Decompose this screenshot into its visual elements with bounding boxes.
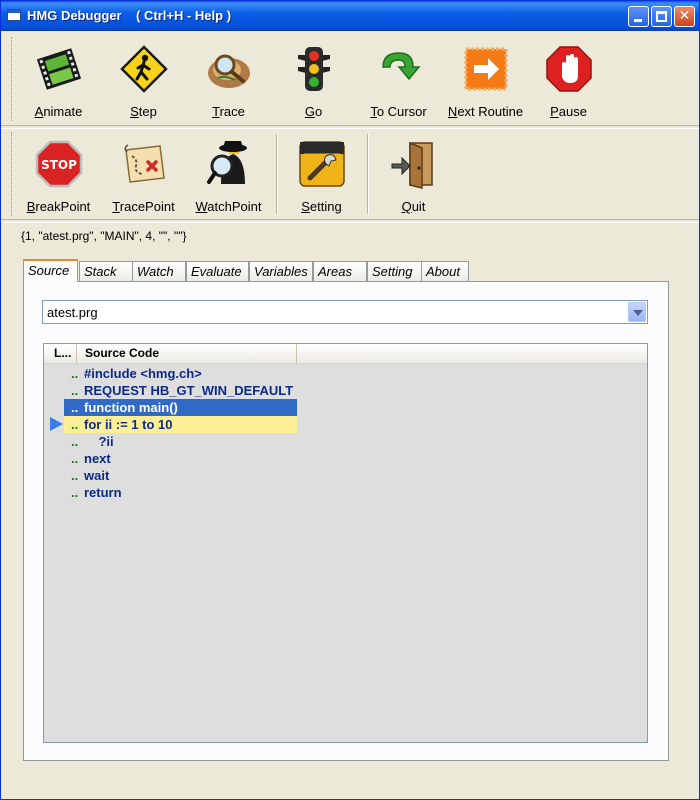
tab-source[interactable]: Source — [23, 259, 78, 282]
watchpoint-button[interactable]: WatchPoint — [191, 128, 266, 220]
close-icon: ✕ — [678, 8, 691, 24]
table-row-selected[interactable]: .. function main() — [64, 399, 297, 416]
source-grid[interactable]: L... Source Code .. #include <hmg.ch> .. R… — [43, 343, 648, 743]
tab-areas[interactable]: Areas — [313, 261, 367, 281]
table-row[interactable]: .. REQUEST HB_GT_WIN_DEFAULT — [64, 382, 297, 399]
stop-hand-icon — [545, 46, 592, 92]
toolbar-separator — [367, 134, 369, 214]
pause-label: Pause — [550, 104, 587, 119]
tab-setting[interactable]: Setting — [367, 261, 422, 281]
table-row[interactable]: .. return — [64, 484, 297, 501]
treasure-map-icon — [124, 144, 165, 183]
quit-label: Quit — [401, 199, 426, 214]
source-line: REQUEST HB_GT_WIN_DEFAULT — [84, 383, 294, 398]
pause-button[interactable]: Pause — [531, 33, 606, 125]
toolbar-breakpoints: STOP BreakPoint TracePoint WatchPoint Se… — [6, 128, 692, 220]
setting-label: Setting — [301, 199, 342, 214]
source-line: for ii := 1 to 10 — [84, 417, 173, 432]
watchpoint-label: WatchPoint — [195, 199, 262, 214]
toolbar-separator — [276, 134, 278, 214]
setting-button[interactable]: Setting — [284, 128, 359, 220]
next-routine-icon — [464, 47, 507, 91]
table-row[interactable]: .. ?ii — [64, 433, 297, 450]
source-line: return — [84, 485, 122, 500]
green-arrow-icon — [381, 52, 421, 81]
animate-label: Animate — [34, 104, 83, 119]
pedestrian-sign-icon — [119, 45, 168, 93]
line-marker: .. — [71, 366, 79, 381]
table-row[interactable]: .. wait — [64, 467, 297, 484]
exit-door-icon — [391, 141, 433, 189]
toolbar-divider — [1, 219, 699, 223]
debugger-window: HMG Debugger ( Ctrl+H - Help ) ✕ Animate — [0, 0, 700, 800]
tab-watch[interactable]: Watch — [132, 261, 186, 281]
grid-header: L... Source Code — [44, 344, 647, 364]
table-row[interactable]: .. #include <hmg.ch> — [64, 365, 297, 382]
go-button[interactable]: Go — [276, 33, 351, 125]
to-cursor-button[interactable]: To Cursor — [361, 33, 436, 125]
source-line: wait — [84, 468, 110, 483]
line-marker: .. — [71, 485, 79, 500]
next-routine-button[interactable]: Next Routine — [443, 33, 528, 125]
line-marker: .. — [71, 383, 79, 398]
tracepoint-label: TracePoint — [112, 199, 175, 214]
chevron-down-icon[interactable] — [628, 302, 646, 322]
close-button[interactable]: ✕ — [674, 6, 695, 27]
stop-sign-icon: STOP — [35, 140, 82, 188]
tracepoint-button[interactable]: TracePoint — [106, 128, 181, 220]
step-button[interactable]: Step — [106, 33, 181, 125]
line-marker: .. — [71, 400, 79, 415]
maximize-button[interactable] — [651, 6, 672, 27]
app-icon — [7, 9, 21, 21]
film-strip-icon — [36, 48, 81, 90]
to-cursor-label: To Cursor — [370, 104, 427, 119]
line-marker: .. — [71, 468, 79, 483]
quit-button[interactable]: Quit — [376, 128, 451, 220]
toolbar-grip[interactable] — [11, 132, 14, 216]
tab-about[interactable]: About — [421, 261, 469, 281]
toolbar-main: Animate Step Trace Go To Cursor Next Rou… — [6, 33, 692, 125]
column-header-line[interactable]: L... — [44, 344, 77, 363]
table-row-current[interactable]: .. for ii := 1 to 10 — [64, 416, 297, 433]
breakpoint-label: BreakPoint — [26, 199, 91, 214]
minimize-button[interactable] — [628, 6, 649, 27]
line-marker: .. — [71, 451, 79, 466]
step-label: Step — [130, 104, 157, 119]
source-line: ?ii — [84, 434, 114, 449]
tab-evaluate[interactable]: Evaluate — [186, 261, 249, 281]
column-header-source-code[interactable]: Source Code — [77, 344, 297, 363]
source-line: function main() — [84, 400, 178, 415]
call-info-text: {1, "atest.prg", "MAIN", 4, "", ""} — [21, 229, 187, 243]
toolbar-grip[interactable] — [11, 37, 14, 121]
next-routine-label: Next Routine — [447, 104, 524, 119]
tab-variables[interactable]: Variables — [249, 261, 313, 281]
trace-label: Trace — [212, 104, 245, 119]
source-line: #include <hmg.ch> — [84, 366, 202, 381]
source-line: next — [84, 451, 111, 466]
tools-icon — [298, 141, 345, 187]
source-file-select[interactable]: atest.prg — [42, 300, 648, 324]
trace-button[interactable]: Trace — [191, 33, 266, 125]
line-marker: .. — [71, 417, 79, 432]
magnifier-map-icon — [207, 54, 250, 88]
traffic-light-icon — [297, 47, 330, 91]
svg-text:STOP: STOP — [41, 158, 77, 172]
go-label: Go — [304, 104, 323, 119]
source-file-value: atest.prg — [47, 305, 98, 320]
table-row[interactable]: .. next — [64, 450, 297, 467]
title-bar[interactable]: HMG Debugger ( Ctrl+H - Help ) ✕ — [1, 1, 699, 31]
current-line-arrow-icon — [50, 417, 63, 431]
window-title: HMG Debugger ( Ctrl+H - Help ) — [27, 8, 232, 23]
line-marker: .. — [71, 434, 79, 449]
window-bottom-area — [1, 781, 699, 799]
breakpoint-button[interactable]: STOP BreakPoint — [21, 128, 96, 220]
animate-button[interactable]: Animate — [21, 33, 96, 125]
spy-magnifier-icon — [206, 141, 247, 184]
